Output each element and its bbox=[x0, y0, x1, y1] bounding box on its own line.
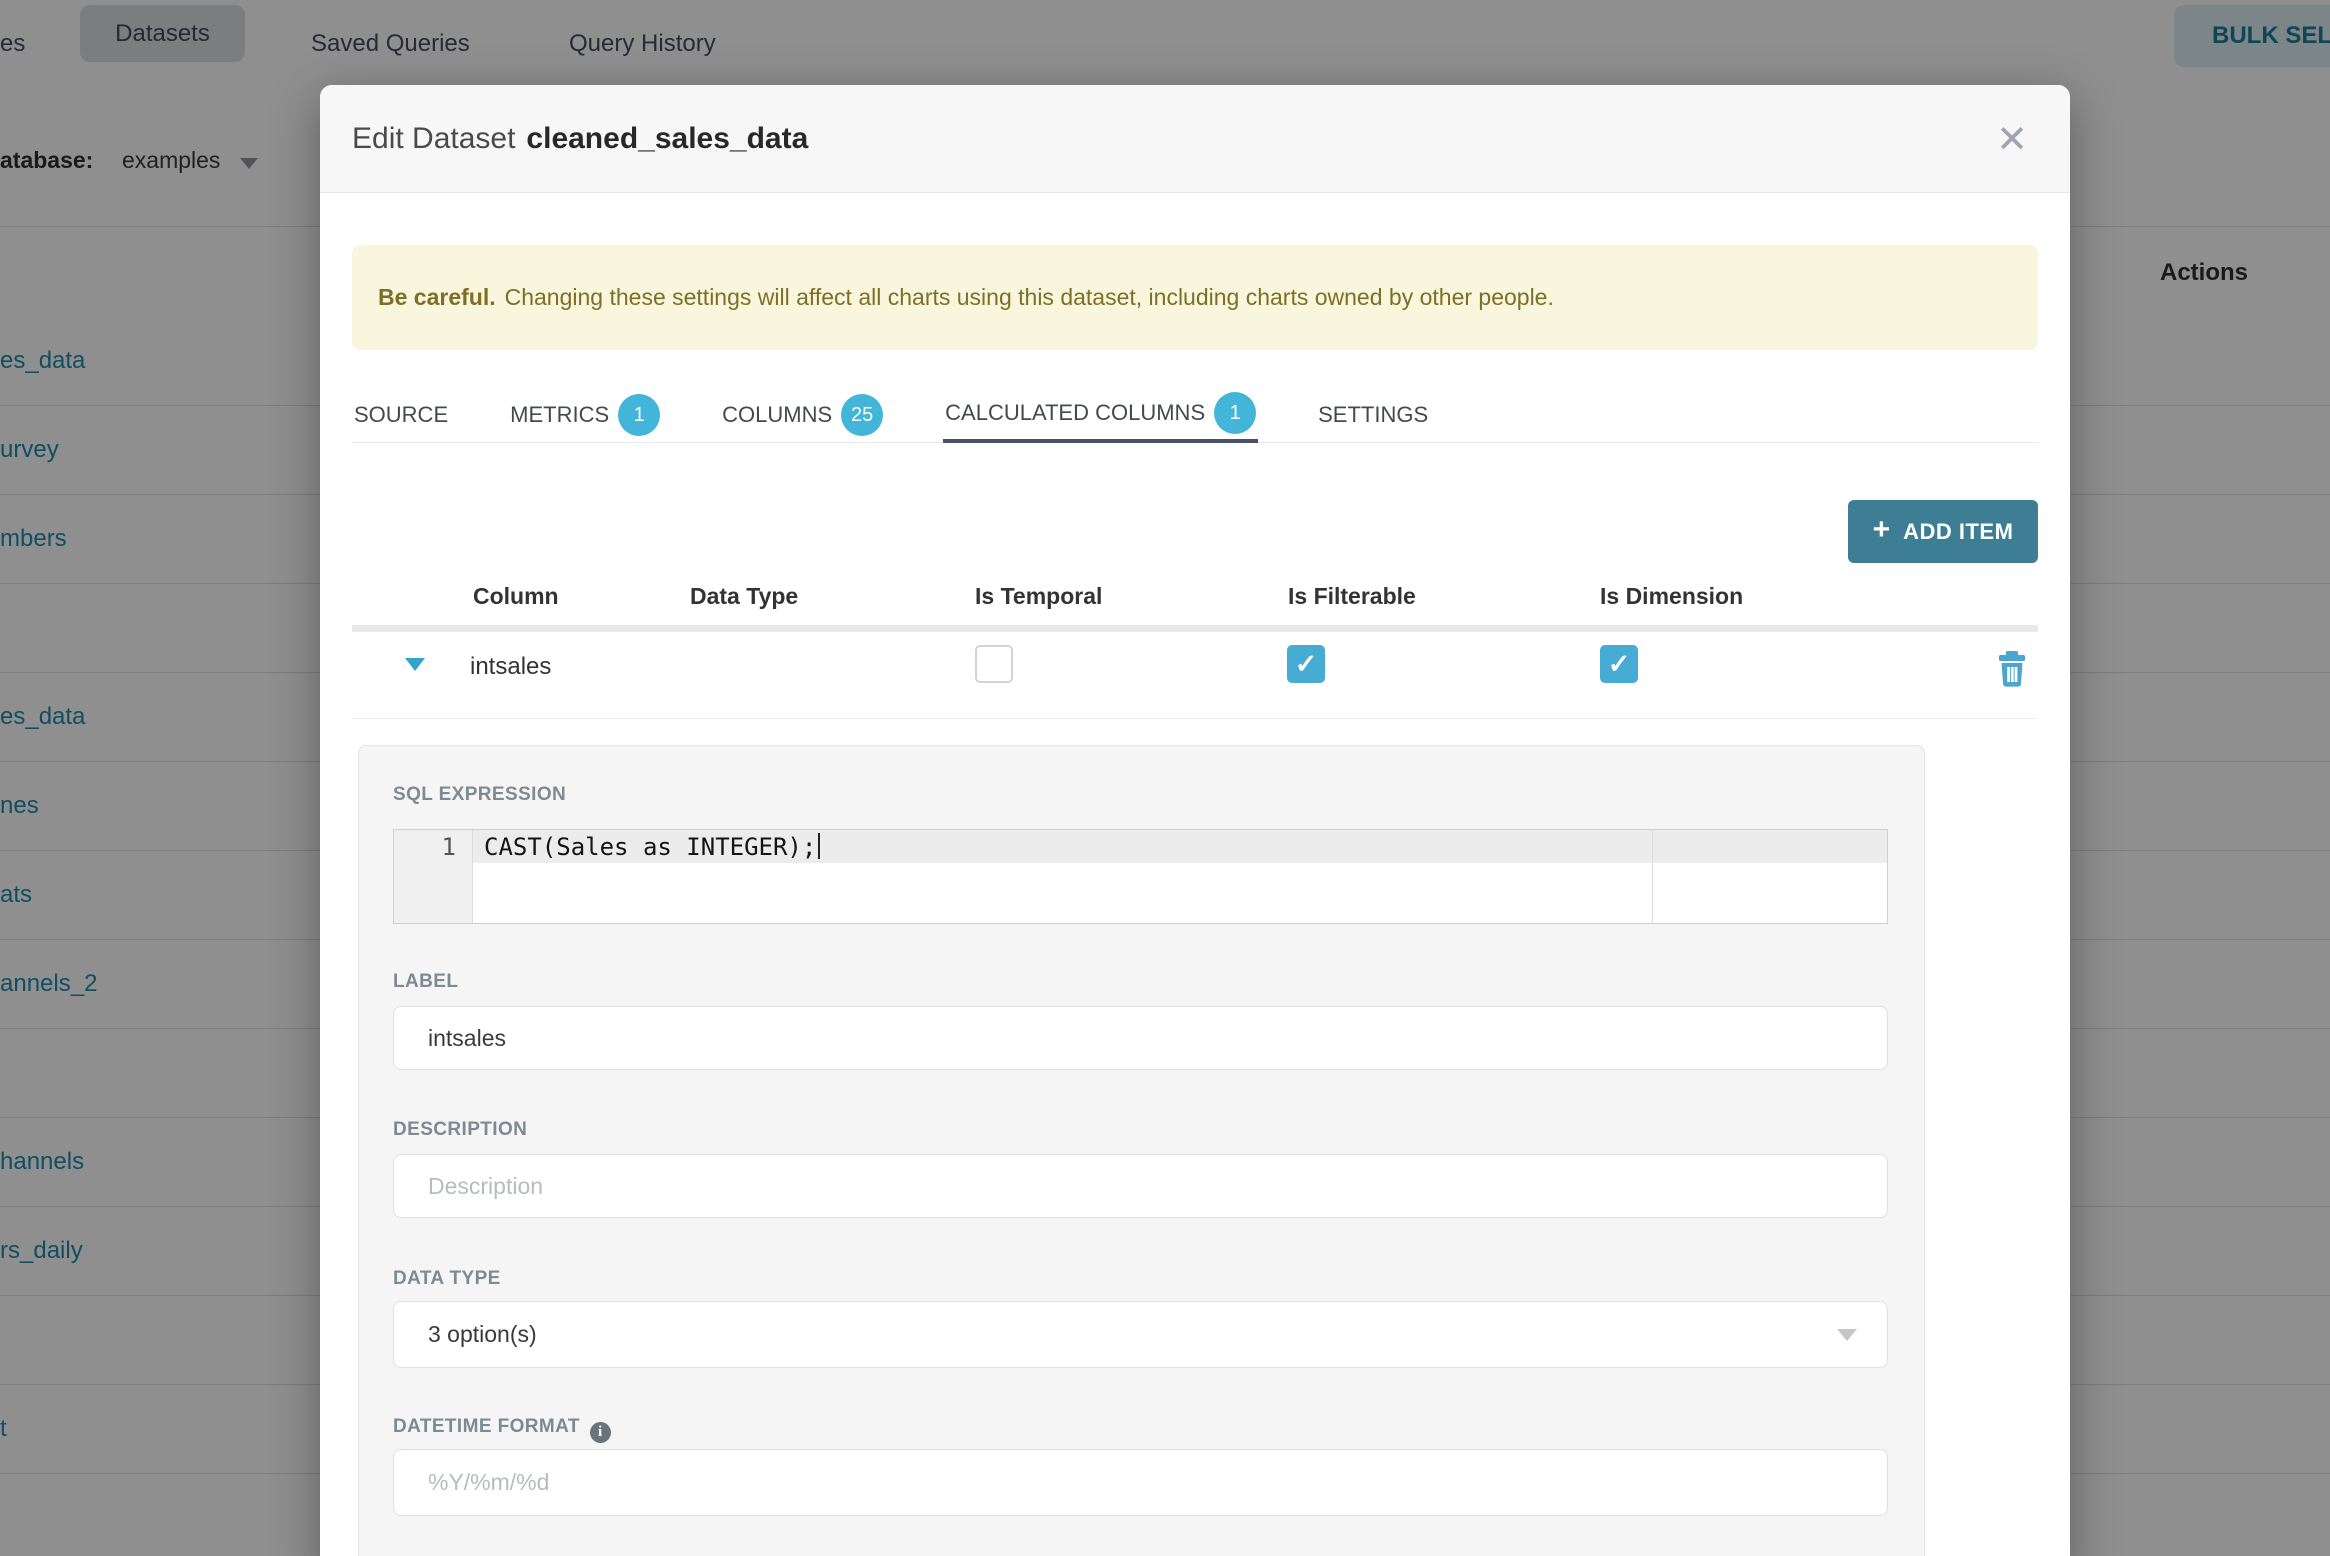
modal-title: Edit Dataset bbox=[352, 121, 516, 155]
datetime-format-input[interactable] bbox=[393, 1449, 1888, 1516]
description-field-label: DESCRIPTION bbox=[393, 1119, 528, 1140]
tab-label: SETTINGS bbox=[1318, 402, 1429, 427]
editor-print-margin bbox=[1652, 830, 1653, 923]
tab-count-badge: 25 bbox=[841, 394, 884, 436]
tab-label: CALCULATED COLUMNS bbox=[945, 400, 1206, 425]
editor-gutter: 1 bbox=[394, 830, 473, 923]
tab-metrics[interactable]: METRICS 1 bbox=[508, 385, 662, 443]
sql-expression-label: SQL EXPRESSION bbox=[393, 784, 567, 805]
header-divider bbox=[352, 625, 2038, 632]
tab-count-badge: 1 bbox=[618, 394, 661, 436]
tab-label: COLUMNS bbox=[722, 402, 833, 427]
column-header-column: Column bbox=[473, 583, 559, 609]
tab-columns[interactable]: COLUMNS 25 bbox=[720, 385, 885, 443]
datetime-format-field-label: DATETIME FORMAT i bbox=[393, 1416, 611, 1443]
tab-count-badge: 1 bbox=[1214, 392, 1257, 434]
plus-icon: + bbox=[1872, 513, 1891, 546]
warning-banner-text: Changing these settings will affect all … bbox=[504, 284, 1554, 310]
column-header-is-dimension: Is Dimension bbox=[1600, 583, 1744, 609]
info-icon: i bbox=[589, 1422, 611, 1443]
chevron-down-icon bbox=[1837, 1328, 1857, 1341]
warning-banner: Be careful. Changing these settings will… bbox=[352, 245, 2038, 350]
label-input[interactable] bbox=[393, 1006, 1888, 1070]
modal-title-dataset-name: cleaned_sales_data bbox=[526, 121, 809, 155]
expanded-column-panel: SQL EXPRESSION 1 CAST(Sales as INTEGER);… bbox=[358, 745, 1925, 1556]
screen: es Datasets Saved Queries Query History … bbox=[0, 0, 2330, 1556]
tab-label: SOURCE bbox=[354, 402, 449, 427]
data-type-select-value: 3 option(s) bbox=[428, 1321, 537, 1347]
editor-line-number: 1 bbox=[441, 833, 456, 861]
collapse-caret-icon[interactable] bbox=[405, 658, 425, 671]
add-item-label: ADD ITEM bbox=[1903, 518, 2014, 544]
is-dimension-checkbox[interactable] bbox=[1600, 645, 1638, 683]
close-icon[interactable]: ✕ bbox=[1996, 120, 2028, 158]
label-field-label: LABEL bbox=[393, 971, 459, 992]
editor-code-line: CAST(Sales as INTEGER); bbox=[484, 833, 821, 861]
modal-header: Edit Dataset cleaned_sales_data ✕ bbox=[320, 85, 2070, 193]
add-item-button[interactable]: + ADD ITEM bbox=[1848, 500, 2038, 563]
trash-icon[interactable] bbox=[1997, 651, 2027, 692]
description-input[interactable] bbox=[393, 1154, 1888, 1218]
row-divider bbox=[352, 718, 2038, 719]
sql-expression-editor[interactable]: 1 CAST(Sales as INTEGER); bbox=[393, 829, 1888, 924]
warning-banner-bold: Be careful. bbox=[378, 284, 496, 310]
modal-tab-bar: SOURCE METRICS 1 COLUMNS 25 CALCULATED COLUMN… bbox=[352, 385, 2038, 443]
text-cursor bbox=[818, 833, 821, 859]
column-header-data-type: Data Type bbox=[690, 583, 799, 609]
data-type-select[interactable]: 3 option(s) bbox=[393, 1301, 1888, 1368]
tab-settings[interactable]: SETTINGS bbox=[1316, 385, 1430, 443]
tab-source[interactable]: SOURCE bbox=[352, 385, 450, 443]
calculated-column-name: intsales bbox=[470, 653, 552, 680]
column-header-is-temporal: Is Temporal bbox=[975, 583, 1103, 609]
is-filterable-checkbox[interactable] bbox=[1287, 645, 1325, 683]
column-header-is-filterable: Is Filterable bbox=[1288, 583, 1416, 609]
is-temporal-checkbox[interactable] bbox=[975, 645, 1013, 683]
edit-dataset-modal: Edit Dataset cleaned_sales_data ✕ Be car… bbox=[320, 85, 2070, 1556]
tab-calculated-columns[interactable]: CALCULATED COLUMNS 1 bbox=[943, 385, 1259, 443]
tab-label: METRICS bbox=[510, 402, 610, 427]
data-type-field-label: DATA TYPE bbox=[393, 1268, 501, 1289]
